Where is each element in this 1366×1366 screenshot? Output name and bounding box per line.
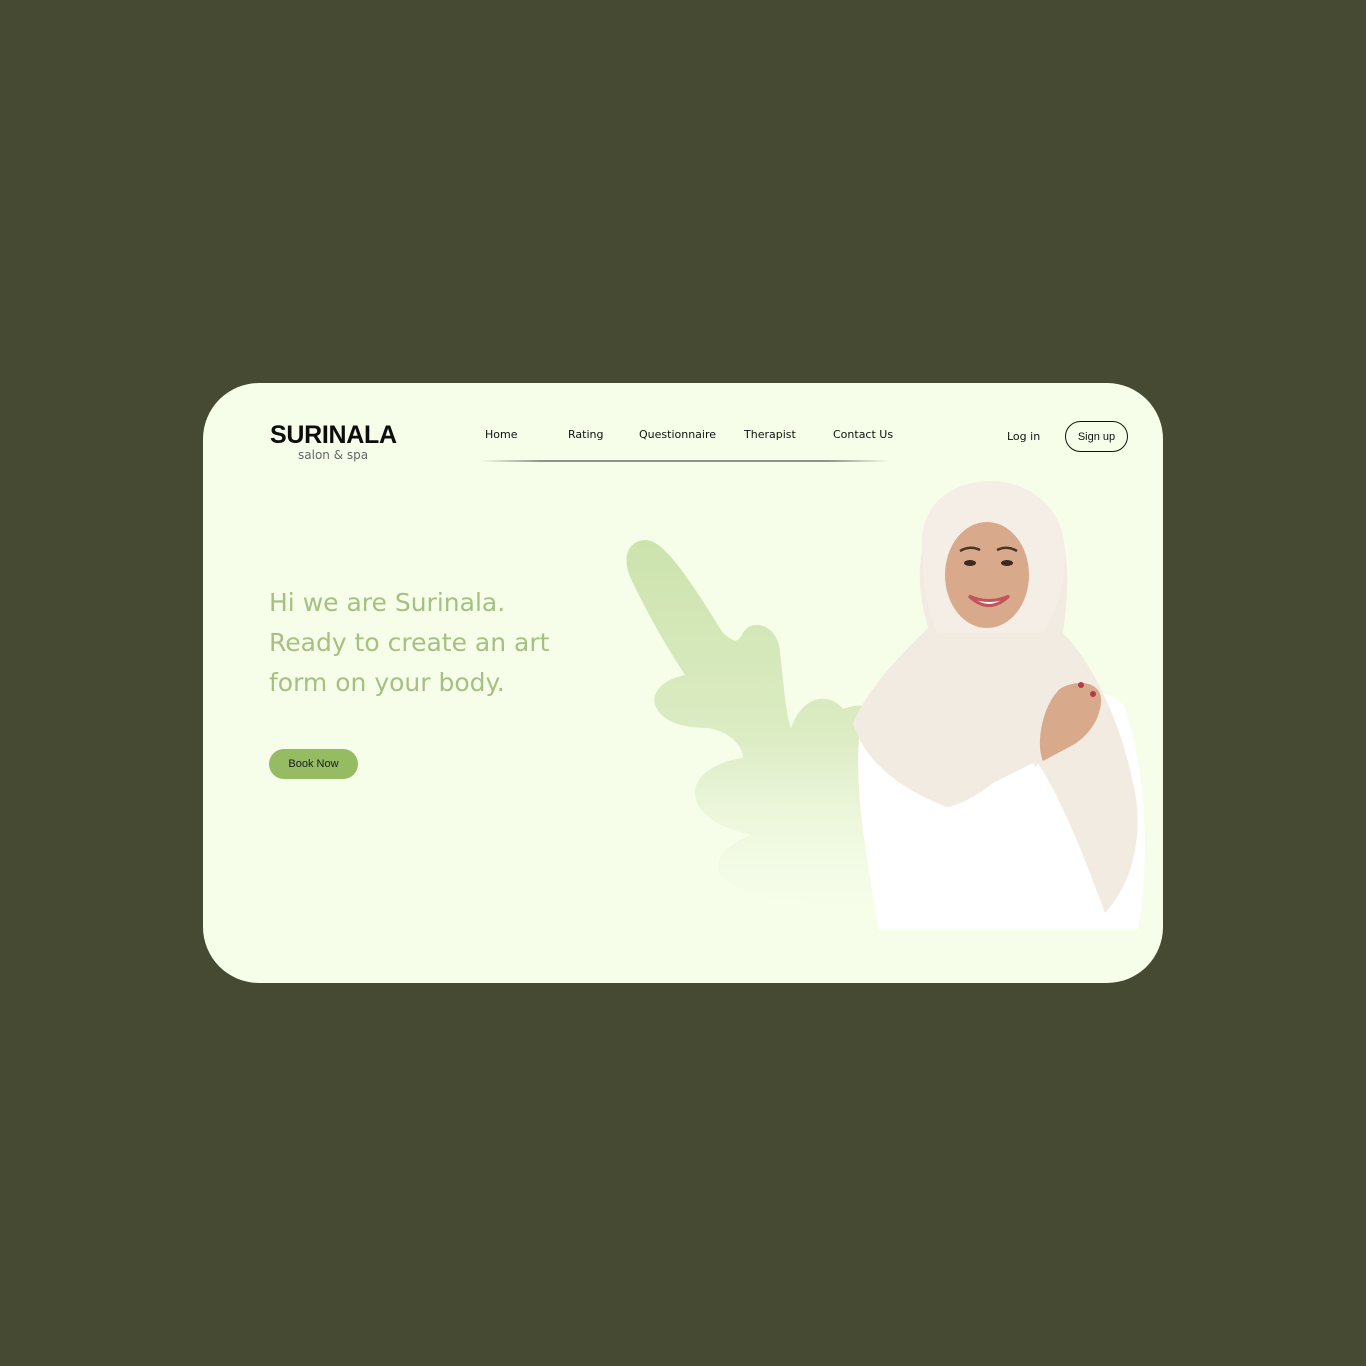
nav-item-home[interactable]: Home bbox=[485, 428, 517, 441]
brand-name: SURINALA bbox=[270, 421, 397, 449]
nav-item-contact-us[interactable]: Contact Us bbox=[833, 428, 893, 441]
nail-shape bbox=[1090, 691, 1096, 697]
brand-logo[interactable]: SURINALA salon & spa bbox=[270, 421, 400, 461]
nail-shape bbox=[1078, 682, 1084, 688]
face-shape bbox=[945, 522, 1029, 628]
hero-line-1: Hi we are Surinala. bbox=[269, 588, 506, 617]
nav-underline bbox=[480, 460, 890, 462]
brand-tagline: salon & spa bbox=[298, 448, 369, 462]
left-eye-shape bbox=[964, 560, 976, 566]
nav-item-rating[interactable]: Rating bbox=[568, 428, 603, 441]
hero-line-2: Ready to create an art bbox=[269, 628, 550, 657]
right-eye-shape bbox=[1001, 560, 1013, 566]
book-now-button[interactable]: Book Now bbox=[269, 749, 358, 779]
signup-button[interactable]: Sign up bbox=[1065, 421, 1128, 452]
hero-line-3: form on your body. bbox=[269, 668, 505, 697]
main-nav: Home Rating Questionnaire Therapist Cont… bbox=[473, 428, 893, 448]
nav-item-therapist[interactable]: Therapist bbox=[744, 428, 796, 441]
hero-headline: Hi we are Surinala. Ready to create an a… bbox=[269, 583, 589, 703]
login-link[interactable]: Log in bbox=[1007, 430, 1040, 443]
nav-item-questionnaire[interactable]: Questionnaire bbox=[639, 428, 716, 441]
landing-card: SURINALA salon & spa Home Rating Questio… bbox=[203, 383, 1163, 983]
